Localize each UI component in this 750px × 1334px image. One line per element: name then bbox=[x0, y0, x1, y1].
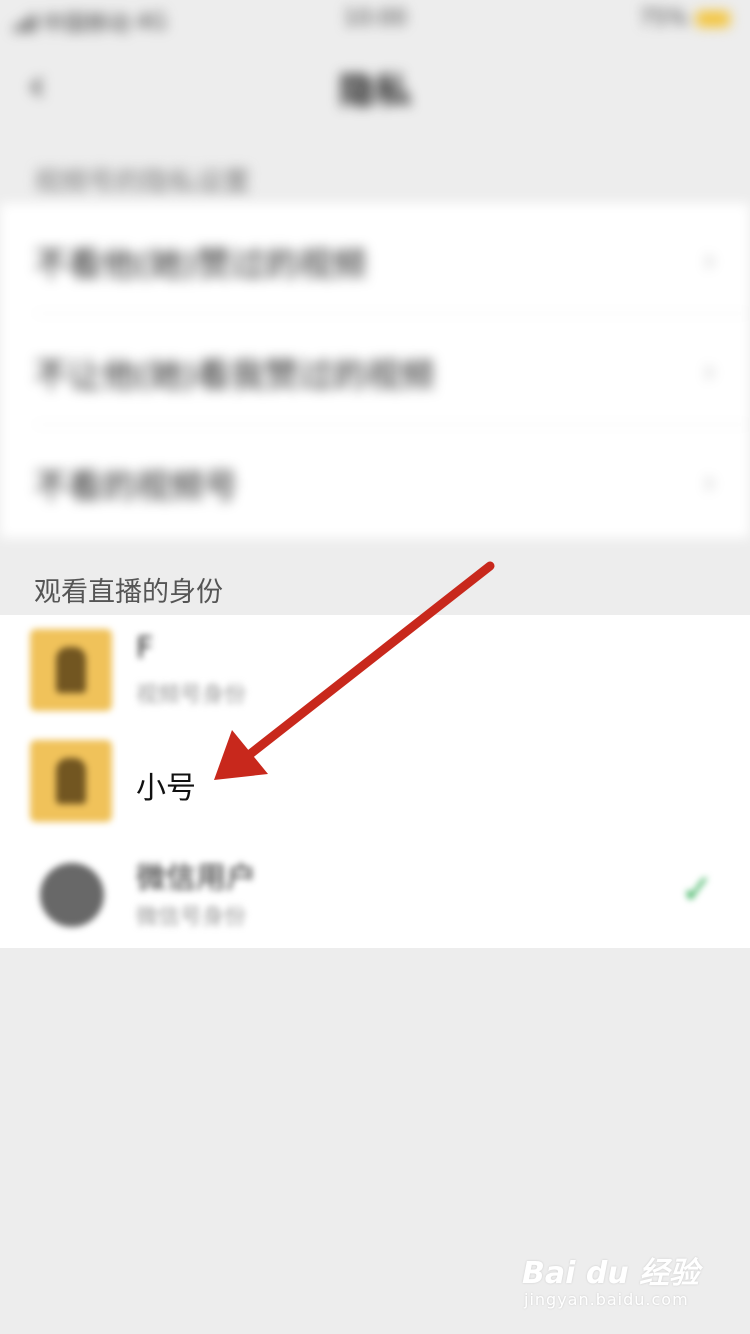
annotation-arrow bbox=[214, 561, 495, 780]
arrow-shaft bbox=[235, 561, 495, 767]
watermark: Bai du 经验 jingyan.baidu.com bbox=[522, 1248, 712, 1318]
watermark-url: jingyan.baidu.com bbox=[524, 1290, 689, 1309]
arrow-head bbox=[214, 730, 268, 780]
watermark-logo: Bai du 经验 bbox=[522, 1256, 700, 1291]
